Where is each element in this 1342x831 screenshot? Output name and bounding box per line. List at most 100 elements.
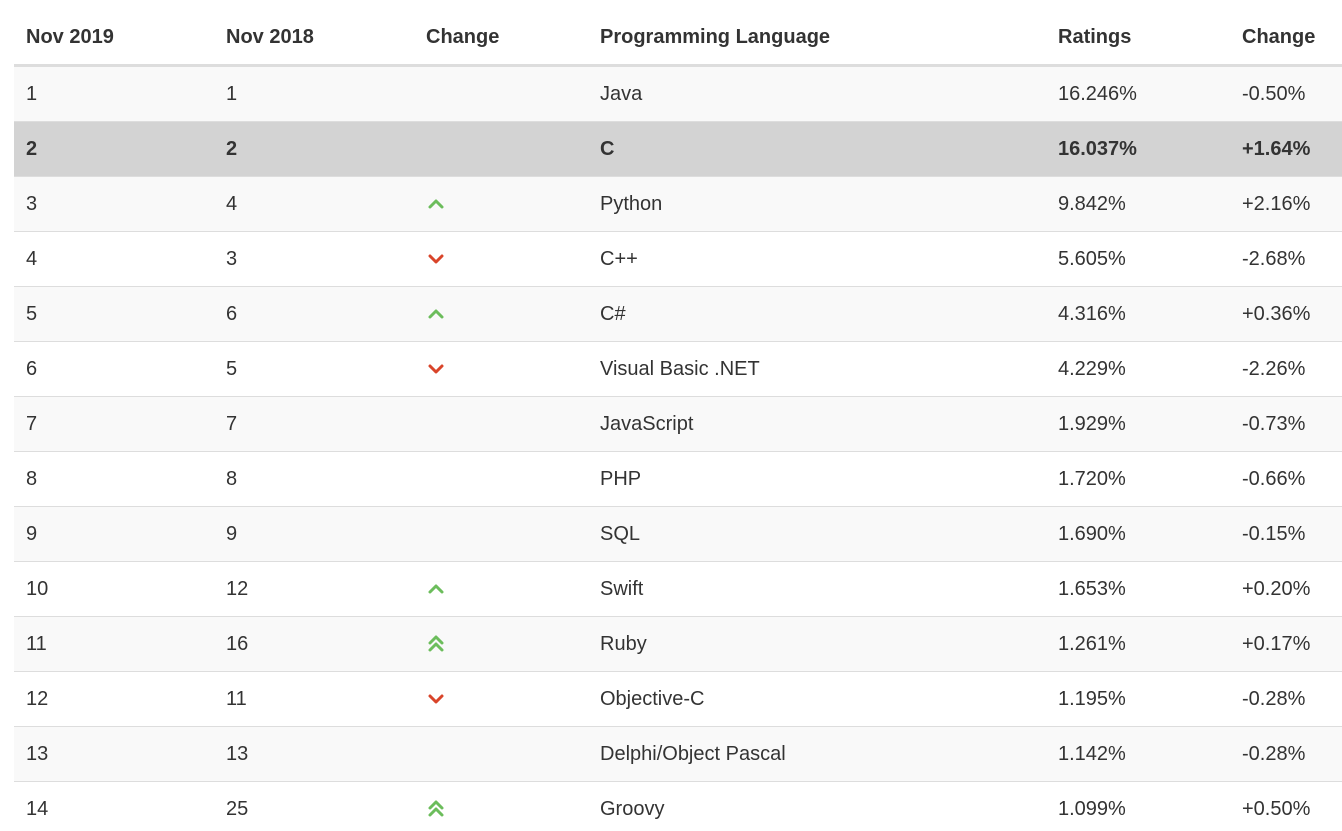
table-row[interactable]: 1 1 Java 16.246% -0.50%	[14, 65, 1342, 122]
arrow-up-icon	[428, 584, 444, 594]
trend-cell	[414, 341, 588, 397]
rating-cell: 4.229%	[1046, 341, 1230, 397]
rank-2019-cell: 13	[14, 726, 214, 782]
trend-cell	[414, 231, 588, 287]
trend-cell	[414, 726, 588, 782]
table-row[interactable]: 9 9 SQL 1.690% -0.15%	[14, 506, 1342, 562]
ranking-table: Nov 2019 Nov 2018 Change Programming Lan…	[14, 10, 1342, 831]
rank-2019-cell: 7	[14, 396, 214, 452]
trend-cell	[414, 286, 588, 342]
table-row[interactable]: 14 25 Groovy 1.099% +0.50%	[14, 781, 1342, 831]
rating-change-cell: +0.36%	[1230, 286, 1342, 342]
table-row[interactable]: 6 5 Visual Basic .NET 4.229% -2.26%	[14, 341, 1342, 397]
trend-cell	[414, 176, 588, 232]
table-row[interactable]: 13 13 Delphi/Object Pascal 1.142% -0.28%	[14, 726, 1342, 782]
language-cell: C++	[588, 231, 1046, 287]
rating-cell: 1.690%	[1046, 506, 1230, 562]
table-row[interactable]: 11 16 Ruby 1.261% +0.17%	[14, 616, 1342, 672]
arrow-up-icon	[428, 309, 444, 319]
trend-cell	[414, 506, 588, 562]
rank-2018-cell: 12	[214, 561, 414, 617]
language-cell: Groovy	[588, 781, 1046, 831]
trend-cell	[414, 121, 588, 177]
rank-2018-cell: 6	[214, 286, 414, 342]
rank-2019-cell: 8	[14, 451, 214, 507]
double-arrow-up-icon	[428, 800, 444, 817]
header-programming-language[interactable]: Programming Language	[588, 10, 1046, 67]
rating-change-cell: -2.68%	[1230, 231, 1342, 287]
rating-cell: 1.142%	[1046, 726, 1230, 782]
table-row[interactable]: 4 3 C++ 5.605% -2.68%	[14, 231, 1342, 287]
rank-2018-cell: 2	[214, 121, 414, 177]
table-row[interactable]: 5 6 C# 4.316% +0.36%	[14, 286, 1342, 342]
language-cell: C	[588, 121, 1046, 177]
language-cell: SQL	[588, 506, 1046, 562]
table-row[interactable]: 12 11 Objective-C 1.195% -0.28%	[14, 671, 1342, 727]
rank-2019-cell: 9	[14, 506, 214, 562]
language-cell: Java	[588, 65, 1046, 122]
arrow-down-icon	[428, 364, 444, 374]
language-cell: JavaScript	[588, 396, 1046, 452]
rank-2019-cell: 2	[14, 121, 214, 177]
language-cell: Delphi/Object Pascal	[588, 726, 1046, 782]
table-row[interactable]: 7 7 JavaScript 1.929% -0.73%	[14, 396, 1342, 452]
rating-cell: 5.605%	[1046, 231, 1230, 287]
rating-cell: 1.720%	[1046, 451, 1230, 507]
rank-2018-cell: 3	[214, 231, 414, 287]
rank-2019-cell: 10	[14, 561, 214, 617]
rating-change-cell: +0.20%	[1230, 561, 1342, 617]
table-row[interactable]: 10 12 Swift 1.653% +0.20%	[14, 561, 1342, 617]
arrow-down-icon	[428, 694, 444, 704]
language-cell: C#	[588, 286, 1046, 342]
table-row[interactable]: 8 8 PHP 1.720% -0.66%	[14, 451, 1342, 507]
header-nov-2019[interactable]: Nov 2019	[14, 10, 214, 67]
trend-cell	[414, 396, 588, 452]
rank-2019-cell: 11	[14, 616, 214, 672]
trend-cell	[414, 781, 588, 831]
rating-change-cell: +0.17%	[1230, 616, 1342, 672]
rating-change-cell: -2.26%	[1230, 341, 1342, 397]
rank-2019-cell: 5	[14, 286, 214, 342]
arrow-down-icon	[428, 254, 444, 264]
rank-2018-cell: 11	[214, 671, 414, 727]
rank-2019-cell: 1	[14, 65, 214, 122]
header-row: Nov 2019 Nov 2018 Change Programming Lan…	[14, 10, 1342, 67]
rating-cell: 16.246%	[1046, 65, 1230, 122]
rank-2018-cell: 13	[214, 726, 414, 782]
rank-2019-cell: 3	[14, 176, 214, 232]
rank-2018-cell: 25	[214, 781, 414, 831]
rating-cell: 1.195%	[1046, 671, 1230, 727]
trend-cell	[414, 671, 588, 727]
rating-change-cell: -0.28%	[1230, 671, 1342, 727]
header-ratings[interactable]: Ratings	[1046, 10, 1230, 67]
rank-2018-cell: 8	[214, 451, 414, 507]
rank-2019-cell: 4	[14, 231, 214, 287]
rating-change-cell: -0.73%	[1230, 396, 1342, 452]
table-row[interactable]: 3 4 Python 9.842% +2.16%	[14, 176, 1342, 232]
table-row[interactable]: 2 2 C 16.037% +1.64%	[14, 121, 1342, 177]
page: Nov 2019 Nov 2018 Change Programming Lan…	[0, 0, 1342, 831]
double-arrow-up-icon	[428, 635, 444, 652]
rating-cell: 1.261%	[1046, 616, 1230, 672]
header-trend-change[interactable]: Change	[414, 10, 588, 67]
rating-change-cell: -0.15%	[1230, 506, 1342, 562]
language-cell: Visual Basic .NET	[588, 341, 1046, 397]
arrow-up-icon	[428, 199, 444, 209]
rating-cell: 1.929%	[1046, 396, 1230, 452]
rank-2018-cell: 9	[214, 506, 414, 562]
table-header: Nov 2019 Nov 2018 Change Programming Lan…	[14, 10, 1342, 67]
rating-cell: 1.653%	[1046, 561, 1230, 617]
trend-cell	[414, 561, 588, 617]
rating-change-cell: -0.50%	[1230, 65, 1342, 122]
rating-cell: 1.099%	[1046, 781, 1230, 831]
header-ratings-change[interactable]: Change	[1230, 10, 1342, 67]
table-body: 1 1 Java 16.246% -0.50% 2 2 C 16.037% +1.64% 3 4 Pyt…	[14, 65, 1342, 831]
rating-change-cell: +2.16%	[1230, 176, 1342, 232]
trend-cell	[414, 616, 588, 672]
language-cell: Python	[588, 176, 1046, 232]
rating-cell: 4.316%	[1046, 286, 1230, 342]
header-nov-2018[interactable]: Nov 2018	[214, 10, 414, 67]
rating-cell: 16.037%	[1046, 121, 1230, 177]
rating-change-cell: +0.50%	[1230, 781, 1342, 831]
rank-2019-cell: 14	[14, 781, 214, 831]
